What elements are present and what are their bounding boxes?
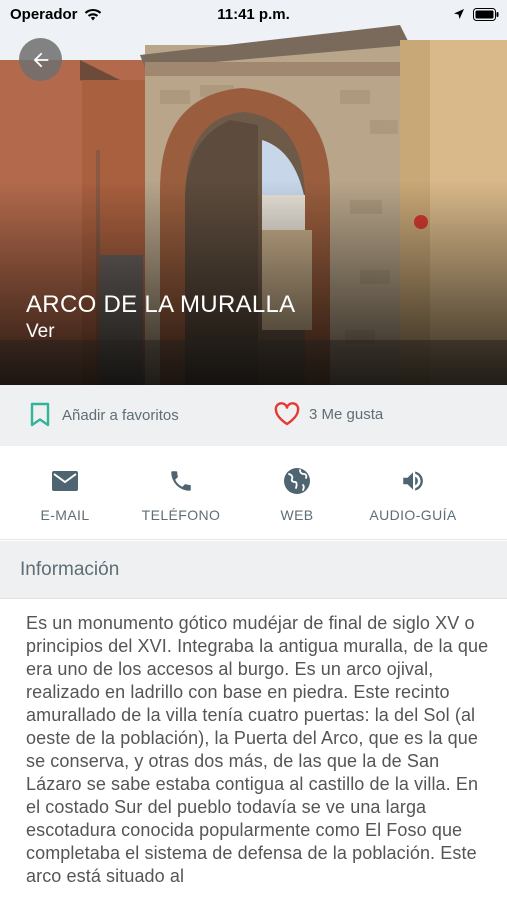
like-button[interactable]: 3 Me gusta <box>274 402 383 426</box>
contact-row: E-MAIL TELÉFONO WEB AUDIO-GUÍA <box>0 446 507 540</box>
info-section-header: Información <box>0 541 507 599</box>
status-bar: Operador 11:41 p.m. <box>0 0 507 28</box>
email-label: E-MAIL <box>40 507 90 523</box>
speaker-icon <box>403 471 423 491</box>
globe-icon <box>284 468 310 494</box>
place-subtitle[interactable]: Ver <box>26 321 55 343</box>
web-label: WEB <box>280 507 314 523</box>
like-count-label: 3 Me gusta <box>309 405 384 423</box>
web-button[interactable]: WEB <box>242 466 352 523</box>
carrier-label: Operador <box>10 5 78 23</box>
info-title: Información <box>20 559 120 580</box>
phone-label: TELÉFONO <box>141 507 221 523</box>
action-bar: Añadir a favoritos 3 Me gusta <box>0 385 507 446</box>
description-text: Es un monumento gótico mudéjar de final … <box>26 613 489 886</box>
hero-image: ARCO DE LA MURALLA Ver <box>0 0 507 385</box>
arrow-left-icon <box>33 52 48 67</box>
add-favorite-button[interactable]: Añadir a favoritos <box>30 402 179 428</box>
location-arrow-icon <box>454 9 464 19</box>
phone-button[interactable]: TELÉFONO <box>126 466 236 523</box>
battery-icon <box>473 7 499 21</box>
back-button[interactable] <box>19 38 62 81</box>
place-title: ARCO DE LA MURALLA <box>26 291 296 318</box>
add-favorite-label: Añadir a favoritos <box>62 406 179 424</box>
hero-gradient <box>0 180 507 385</box>
audio-guide-button[interactable]: AUDIO-GUÍA <box>358 466 468 523</box>
email-button[interactable]: E-MAIL <box>10 466 120 523</box>
bookmark-icon <box>30 402 50 427</box>
heart-icon <box>274 402 300 426</box>
wifi-icon <box>84 8 101 20</box>
mail-icon <box>52 471 78 491</box>
phone-icon <box>171 471 191 491</box>
audio-guide-label: AUDIO-GUÍA <box>369 507 457 523</box>
